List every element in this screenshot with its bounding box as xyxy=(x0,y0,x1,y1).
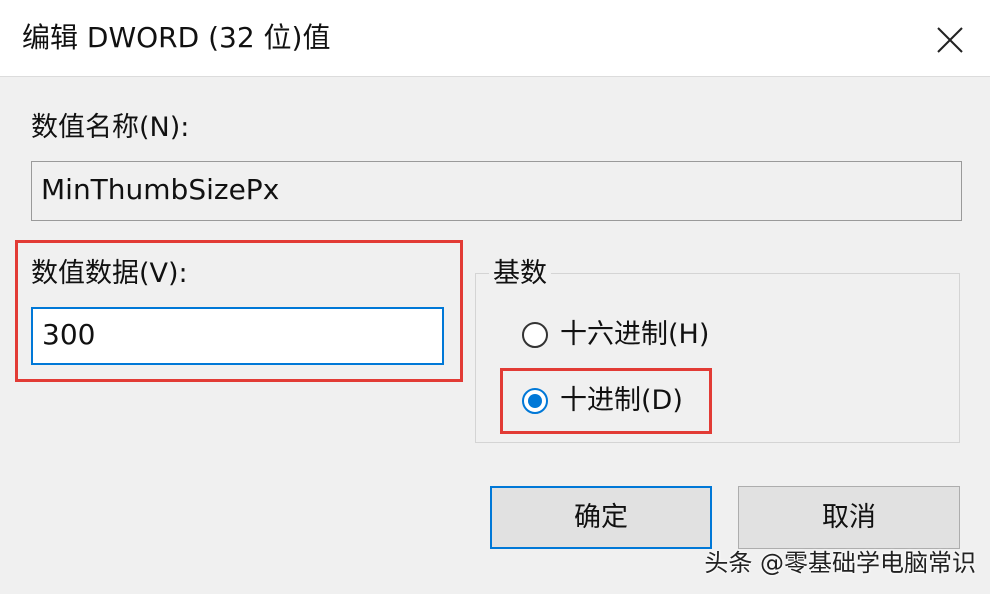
ok-button[interactable]: 确定 xyxy=(490,486,712,549)
radio-hex-label: 十六进制(H) xyxy=(560,319,710,350)
radio-hex-button[interactable] xyxy=(522,322,548,348)
title-bar: 编辑 DWORD (32 位)值 xyxy=(0,0,990,77)
radio-decimal[interactable]: 十进制(D) xyxy=(522,384,683,418)
cancel-button[interactable]: 取消 xyxy=(738,486,960,549)
value-data-input[interactable]: 300 xyxy=(31,307,444,365)
watermark-text: 头条 @零基础学电脑常识 xyxy=(704,549,976,577)
radio-hex[interactable]: 十六进制(H) xyxy=(522,318,709,352)
radio-decimal-button[interactable] xyxy=(522,388,548,414)
value-data-label: 数值数据(V): xyxy=(31,258,188,289)
value-name-label: 数值名称(N): xyxy=(31,112,190,143)
base-group-label: 基数 xyxy=(489,257,551,291)
radio-decimal-label: 十进制(D) xyxy=(560,385,683,416)
close-icon xyxy=(937,27,963,53)
value-name-field[interactable]: MinThumbSizePx xyxy=(31,161,962,221)
dialog-title: 编辑 DWORD (32 位)值 xyxy=(22,21,331,54)
close-button[interactable] xyxy=(928,18,972,62)
